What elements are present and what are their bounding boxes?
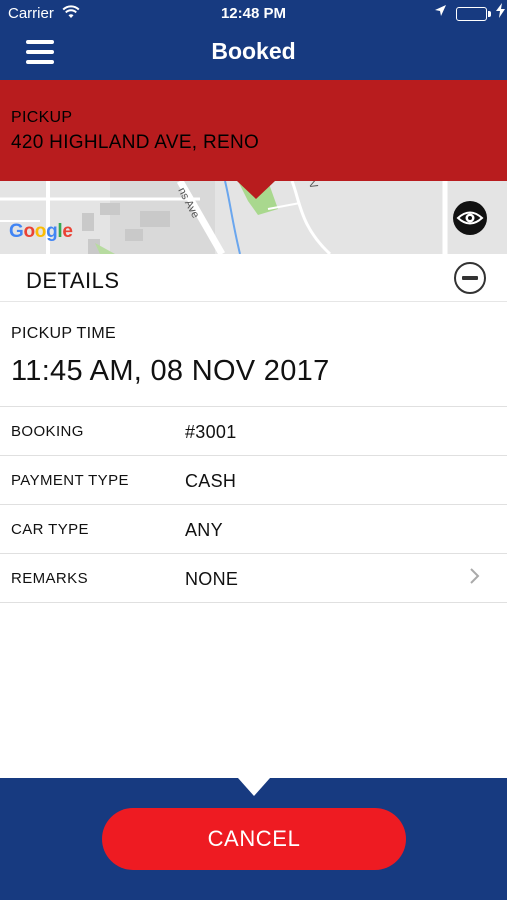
- battery-icon: [456, 7, 487, 21]
- battery-tip-icon: [488, 11, 491, 17]
- pickup-address: 420 HIGHLAND AVE, RENO: [11, 132, 260, 153]
- booking-label: BOOKING: [11, 423, 84, 440]
- car-type-value: ANY: [185, 520, 223, 540]
- charging-bolt-icon: [496, 3, 505, 22]
- payment-type-label: PAYMENT TYPE: [11, 472, 129, 489]
- minus-circle-icon[interactable]: [454, 262, 486, 294]
- pickup-time-section: PICKUP TIME 11:45 AM, 08 NOV 2017: [0, 303, 507, 407]
- detail-row-booking: BOOKING #3001: [0, 407, 507, 456]
- pickup-banner: PICKUP 420 HIGHLAND AVE, RENO: [0, 80, 507, 182]
- top-bar: Carrier 12:48 PM Booked: [0, 0, 507, 80]
- pickup-time-value: 11:45 AM, 08 NOV 2017: [11, 355, 330, 387]
- pickup-label: PICKUP: [11, 109, 73, 126]
- remarks-value: NONE: [185, 569, 239, 589]
- detail-row-remarks[interactable]: REMARKS NONE: [0, 554, 507, 603]
- pickup-time-label: PICKUP TIME: [11, 325, 116, 342]
- google-logo: Google: [9, 221, 73, 242]
- details-header[interactable]: DETAILS: [0, 254, 507, 302]
- car-type-label: CAR TYPE: [11, 521, 89, 538]
- location-arrow-icon: [434, 4, 447, 20]
- remarks-label: REMARKS: [11, 570, 88, 587]
- page-title: Booked: [211, 38, 296, 64]
- detail-row-car-type: CAR TYPE ANY: [0, 505, 507, 554]
- booking-value: #3001: [185, 422, 237, 442]
- cancel-button[interactable]: CANCEL: [102, 808, 406, 870]
- detail-row-payment-type: PAYMENT TYPE CASH: [0, 456, 507, 505]
- footer-pointer: [238, 778, 270, 796]
- pickup-pin-pointer: [237, 181, 275, 199]
- eye-icon[interactable]: [453, 201, 487, 235]
- status-bar: Carrier 12:48 PM: [0, 0, 507, 28]
- chevron-right-icon: [469, 564, 481, 592]
- payment-type-value: CASH: [185, 471, 237, 491]
- details-title: DETAILS: [26, 268, 120, 293]
- clock-time: 12:48 PM: [220, 5, 287, 22]
